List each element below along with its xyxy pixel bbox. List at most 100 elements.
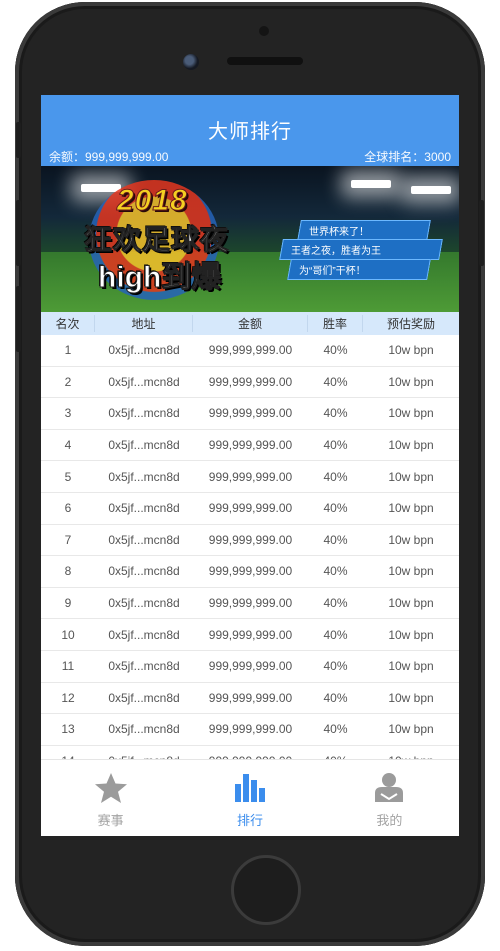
table-row[interactable]: 3 0x5jf...mcn8d 999,999,999.00 40% 10w b…: [41, 398, 459, 430]
cell-amount: 999,999,999.00: [208, 374, 293, 389]
page-title: 大师排行: [208, 121, 292, 143]
cell-rank: 2: [64, 374, 72, 389]
cell-amount: 999,999,999.00: [208, 469, 293, 484]
cell-win-rate: 40%: [323, 532, 348, 547]
balance-label: 余额：999,999,999.00: [49, 150, 169, 164]
cell-rank: 13: [61, 722, 75, 737]
cell-reward: 10w bpn: [388, 596, 434, 611]
cell-rank: 12: [61, 690, 75, 705]
cell-address: 0x5jf...mcn8d: [108, 564, 180, 579]
volume-up-button[interactable]: [16, 200, 21, 266]
table-row[interactable]: 4 0x5jf...mcn8d 999,999,999.00 40% 10w b…: [41, 430, 459, 462]
table-row[interactable]: 12 0x5jf...mcn8d 999,999,999.00 40% 10w …: [41, 683, 459, 715]
cell-amount: 999,999,999.00: [208, 722, 293, 737]
ribbon-text: 世界杯来了！: [309, 227, 369, 238]
cell-amount: 999,999,999.00: [208, 564, 293, 579]
cell-amount: 999,999,999.00: [208, 532, 293, 547]
cell-address: 0x5jf...mcn8d: [108, 501, 180, 516]
cell-address: 0x5jf...mcn8d: [108, 406, 180, 421]
cell-win-rate: 40%: [323, 438, 348, 453]
cell-amount: 999,999,999.00: [208, 406, 293, 421]
cell-win-rate: 40%: [323, 627, 348, 642]
cell-win-rate: 40%: [323, 374, 348, 389]
ribbon-text: 王者之夜，胜者为王: [291, 246, 381, 257]
ranking-table-body[interactable]: 1 0x5jf...mcn8d 999,999,999.00 40% 10w b…: [41, 335, 459, 778]
cell-rank: 4: [64, 438, 72, 453]
cell-reward: 10w bpn: [388, 722, 434, 737]
cell-reward: 10w bpn: [388, 564, 434, 579]
tab-matches-label: 赛事: [97, 813, 124, 828]
cell-rank: 1: [64, 343, 72, 358]
cell-rank: 5: [64, 469, 72, 484]
bottom-tab-bar: 赛事 排行 我的: [41, 759, 459, 836]
banner-year: 2018: [117, 184, 188, 218]
cell-rank: 9: [64, 596, 72, 611]
table-row[interactable]: 8 0x5jf...mcn8d 999,999,999.00 40% 10w b…: [41, 556, 459, 588]
stadium-light: [411, 186, 451, 194]
global-rank-label: 全球排名：3000: [364, 150, 451, 164]
cell-reward: 10w bpn: [388, 690, 434, 705]
volume-down-button[interactable]: [16, 286, 21, 352]
cell-address: 0x5jf...mcn8d: [108, 438, 180, 453]
ribbon-text: 为“哥们”干杯！: [299, 266, 366, 277]
promo-banner[interactable]: 2018 狂欢足球夜 high到爆 世界杯来了！ 王者之夜，胜者为王 为“哥们”…: [41, 166, 459, 312]
cell-amount: 999,999,999.00: [208, 690, 293, 705]
front-camera: [183, 54, 199, 70]
app-screen: 大师排行 余额：999,999,999.00 全球排名：3000 2018 狂欢…: [41, 95, 459, 836]
cell-win-rate: 40%: [323, 469, 348, 484]
cell-reward: 10w bpn: [388, 659, 434, 674]
cell-win-rate: 40%: [323, 690, 348, 705]
table-row[interactable]: 5 0x5jf...mcn8d 999,999,999.00 40% 10w b…: [41, 461, 459, 493]
cell-address: 0x5jf...mcn8d: [108, 374, 180, 389]
banner-ribbon: 王者之夜，胜者为王: [279, 239, 443, 260]
cell-reward: 10w bpn: [388, 532, 434, 547]
cell-amount: 999,999,999.00: [208, 438, 293, 453]
star-icon: [94, 773, 127, 803]
cell-address: 0x5jf...mcn8d: [108, 469, 180, 484]
cell-rank: 3: [64, 406, 72, 421]
cell-rank: 7: [64, 532, 72, 547]
cell-reward: 10w bpn: [388, 469, 434, 484]
cell-rank: 6: [64, 501, 72, 516]
bar-chart-icon: [234, 774, 265, 802]
home-button[interactable]: [231, 855, 301, 925]
stadium-light: [351, 180, 391, 188]
cell-reward: 10w bpn: [388, 343, 434, 358]
proximity-sensor: [259, 26, 269, 36]
cell-address: 0x5jf...mcn8d: [108, 690, 180, 705]
tab-matches[interactable]: 赛事: [41, 760, 180, 836]
power-button[interactable]: [479, 200, 484, 266]
tab-ranking[interactable]: 排行: [180, 760, 319, 836]
cell-rank: 11: [61, 659, 75, 674]
cell-win-rate: 40%: [323, 501, 348, 516]
table-row[interactable]: 6 0x5jf...mcn8d 999,999,999.00 40% 10w b…: [41, 493, 459, 525]
table-row[interactable]: 7 0x5jf...mcn8d 999,999,999.00 40% 10w b…: [41, 525, 459, 557]
cell-address: 0x5jf...mcn8d: [108, 596, 180, 611]
table-row[interactable]: 1 0x5jf...mcn8d 999,999,999.00 40% 10w b…: [41, 335, 459, 367]
cell-address: 0x5jf...mcn8d: [108, 722, 180, 737]
cell-amount: 999,999,999.00: [208, 627, 293, 642]
cell-win-rate: 40%: [323, 659, 348, 674]
banner-slogan-line2: high到爆: [97, 261, 222, 295]
cell-amount: 999,999,999.00: [208, 659, 293, 674]
cell-reward: 10w bpn: [388, 374, 434, 389]
cell-address: 0x5jf...mcn8d: [108, 659, 180, 674]
table-header: 名次 地址 金额 胜率 预估奖励: [41, 312, 459, 335]
mute-switch[interactable]: [16, 122, 21, 158]
cell-reward: 10w bpn: [388, 627, 434, 642]
cell-address: 0x5jf...mcn8d: [108, 627, 180, 642]
table-row[interactable]: 11 0x5jf...mcn8d 999,999,999.00 40% 10w …: [41, 651, 459, 683]
table-row[interactable]: 2 0x5jf...mcn8d 999,999,999.00 40% 10w b…: [41, 367, 459, 399]
table-row[interactable]: 13 0x5jf...mcn8d 999,999,999.00 40% 10w …: [41, 714, 459, 746]
tab-mine[interactable]: 我的: [320, 760, 459, 836]
cell-win-rate: 40%: [323, 564, 348, 579]
cell-win-rate: 40%: [323, 343, 348, 358]
cell-reward: 10w bpn: [388, 501, 434, 516]
cell-reward: 10w bpn: [388, 406, 434, 421]
table-row[interactable]: 10 0x5jf...mcn8d 999,999,999.00 40% 10w …: [41, 619, 459, 651]
table-row[interactable]: 9 0x5jf...mcn8d 999,999,999.00 40% 10w b…: [41, 588, 459, 620]
cell-rank: 8: [64, 564, 72, 579]
cell-win-rate: 40%: [323, 596, 348, 611]
app-header: 大师排行 余额：999,999,999.00 全球排名：3000: [41, 95, 459, 166]
cell-win-rate: 40%: [323, 406, 348, 421]
